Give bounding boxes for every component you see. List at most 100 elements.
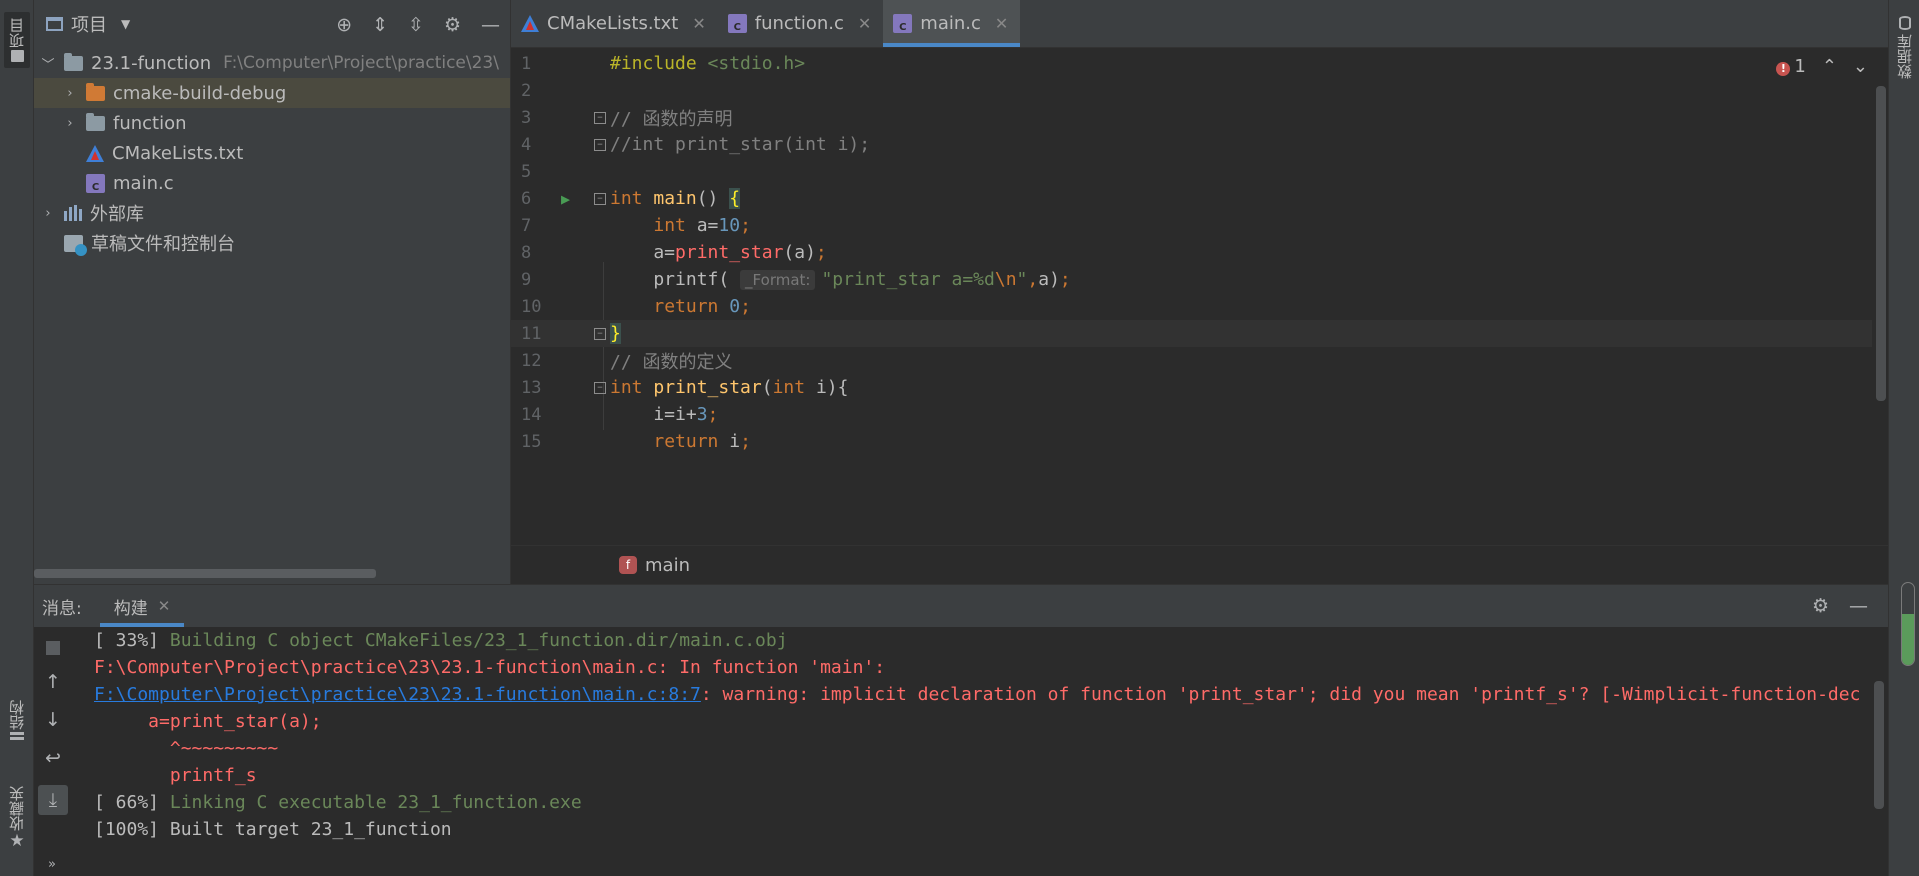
code-token: int bbox=[610, 377, 654, 398]
more-icon[interactable]: » bbox=[48, 857, 56, 872]
build-output-scrollbar[interactable] bbox=[1874, 681, 1884, 809]
code-line[interactable]: 10 return 0; bbox=[511, 293, 1872, 320]
tree-node[interactable]: › function bbox=[34, 108, 510, 138]
tab-function-c[interactable]: Cfunction.c ✕ bbox=[718, 0, 884, 47]
run-icon[interactable]: ▶ bbox=[561, 190, 570, 208]
gear-icon[interactable]: ⚙ bbox=[444, 14, 461, 36]
code-line[interactable]: 12 // 函数的定义 bbox=[511, 347, 1872, 374]
tab-cmakelists-txt[interactable]: CMakeLists.txt ✕ bbox=[511, 0, 718, 47]
build-text: : warning: implicit declaration of funct… bbox=[700, 684, 1860, 705]
tree-node[interactable]: › cmake-build-debug bbox=[34, 78, 510, 108]
build-tab-label: 构建 bbox=[113, 598, 148, 619]
code-token: ; bbox=[707, 404, 719, 425]
soft-wrap-icon[interactable]: ↩ bbox=[45, 747, 61, 769]
build-text: Linking C executable 23_1_function.exe bbox=[169, 792, 582, 813]
code-line[interactable]: 4 −//int print_star(int i); bbox=[511, 131, 1872, 158]
tree-node[interactable]: Cmain.c bbox=[34, 168, 510, 198]
close-icon[interactable]: ✕ bbox=[158, 597, 171, 615]
code-token: 0 bbox=[729, 296, 741, 317]
code-token: print_star bbox=[653, 377, 762, 398]
line-number: 10 bbox=[521, 296, 542, 317]
code-line[interactable]: 9 printf( _Format: "print_star a=%d\n",a)… bbox=[511, 266, 1872, 293]
tree-node[interactable]: › 外部库 bbox=[34, 198, 510, 228]
project-tool-tab[interactable]: 项目 bbox=[4, 12, 30, 68]
scroll-to-end-icon[interactable]: ⤓ bbox=[38, 785, 68, 815]
code-token: i=i+ bbox=[610, 404, 697, 425]
code-line[interactable]: 11 −} bbox=[511, 320, 1872, 347]
editor: CMakeLists.txt ✕ Cfunction.c ✕ Cmain.c ✕ ! 1 ⌃… bbox=[511, 0, 1888, 584]
minimize-icon[interactable]: — bbox=[481, 14, 500, 36]
tab-main-c[interactable]: Cmain.c ✕ bbox=[883, 0, 1021, 47]
code-token: <stdio.h> bbox=[707, 53, 806, 74]
code-line[interactable]: 2 bbox=[511, 77, 1872, 104]
code-token: 3 bbox=[696, 404, 708, 425]
database-icon bbox=[1899, 16, 1911, 30]
c-file-icon: C bbox=[86, 173, 105, 193]
tree-node-label: function bbox=[113, 112, 187, 134]
source-link[interactable]: F:\Computer\Project\practice\23\23.1-fun… bbox=[94, 684, 701, 705]
code-line[interactable]: 15 return i; bbox=[511, 428, 1872, 455]
breadcrumb-function[interactable]: main bbox=[645, 555, 690, 576]
chevron-right-icon[interactable]: › bbox=[62, 116, 78, 131]
code-line[interactable]: 7 int a=10; bbox=[511, 212, 1872, 239]
code-token: , bbox=[1027, 269, 1039, 290]
expand-all-icon[interactable]: ⇕ bbox=[372, 14, 388, 36]
code-line[interactable]: 14 i=i+3; bbox=[511, 401, 1872, 428]
structure-tool-tab[interactable]: 结构 bbox=[4, 700, 30, 744]
scrollbar-thumb[interactable] bbox=[1876, 86, 1886, 401]
horizontal-scrollbar[interactable] bbox=[34, 569, 376, 578]
arrow-down-icon[interactable]: ↓ bbox=[45, 709, 61, 731]
project-panel-title: 项目 bbox=[71, 15, 107, 36]
minimize-icon[interactable]: — bbox=[1849, 595, 1868, 617]
c-file-icon: C bbox=[727, 14, 747, 33]
code-token: "print_star a=%d bbox=[821, 269, 995, 290]
memory-indicator[interactable] bbox=[1901, 582, 1915, 666]
fold-icon[interactable]: − bbox=[594, 192, 606, 205]
code-token: \n bbox=[994, 269, 1017, 290]
collapse-all-icon[interactable]: ⇳ bbox=[408, 14, 424, 36]
build-output-line: F:\Computer\Project\practice\23\23.1-fun… bbox=[94, 654, 1860, 681]
tree-node[interactable]: ﹀ 23.1-function F:\Computer\Project\practi… bbox=[34, 48, 510, 78]
structure-tool-tab-label: 结构 bbox=[7, 700, 26, 730]
chevron-right-icon[interactable]: › bbox=[40, 206, 56, 221]
code-line[interactable]: 13− int print_star(int i){ bbox=[511, 374, 1872, 401]
code-line[interactable]: 8 a=print_star(a); bbox=[511, 239, 1872, 266]
editor-scrollbar[interactable] bbox=[1872, 48, 1888, 545]
tree-node[interactable]: 草稿文件和控制台 bbox=[34, 228, 510, 258]
close-icon[interactable]: ✕ bbox=[858, 14, 871, 33]
breadcrumb[interactable]: f main bbox=[511, 545, 1888, 584]
tree-node[interactable]: CMakeLists.txt bbox=[34, 138, 510, 168]
previous-highlight-icon[interactable]: ⌃ bbox=[1822, 56, 1837, 77]
close-icon[interactable]: ✕ bbox=[692, 14, 705, 33]
favorites-tool-tab[interactable]: 收藏夹 ★ bbox=[4, 786, 30, 850]
arrow-up-icon[interactable]: ↑ bbox=[45, 671, 61, 693]
fold-icon[interactable]: − bbox=[594, 327, 606, 340]
close-icon[interactable]: ✕ bbox=[995, 14, 1008, 33]
code-line[interactable]: 3 −// 函数的声明 bbox=[511, 104, 1872, 131]
code-token: i){ bbox=[815, 377, 849, 398]
fold-icon[interactable]: − bbox=[594, 381, 606, 394]
inspection-widget[interactable]: ! 1 ⌃ ⌄ bbox=[1776, 56, 1868, 77]
code-text: // 函数的声明 bbox=[610, 105, 733, 131]
fold-icon[interactable]: − bbox=[594, 111, 606, 124]
chevron-right-icon[interactable]: › bbox=[62, 86, 78, 101]
code-line[interactable]: 1 #include <stdio.h> bbox=[511, 50, 1872, 77]
locate-icon[interactable]: ⊕ bbox=[336, 14, 352, 36]
line-number: 14 bbox=[521, 404, 542, 425]
code-line[interactable]: 5 bbox=[511, 158, 1872, 185]
stop-icon[interactable] bbox=[46, 641, 60, 655]
database-tool-tab[interactable]: 数据库 bbox=[1893, 16, 1917, 79]
build-output[interactable]: [ 33%] Building C object CMakeFiles/23_1… bbox=[94, 627, 1860, 876]
code-line[interactable]: 6 ▶ − int main() { bbox=[511, 185, 1872, 212]
tab-build[interactable]: 构建 ✕ bbox=[99, 585, 185, 627]
next-highlight-icon[interactable]: ⌄ bbox=[1853, 56, 1868, 77]
code-token: return bbox=[653, 431, 730, 452]
code-area[interactable]: 1 #include <stdio.h> 2 3−// 函数的声明 4−//int pr… bbox=[511, 48, 1872, 545]
chevron-down-icon[interactable]: ▼ bbox=[121, 17, 130, 31]
tree-node-label: cmake-build-debug bbox=[113, 82, 287, 104]
fold-icon[interactable]: − bbox=[594, 138, 606, 151]
chevron-down-icon[interactable]: ﹀ bbox=[40, 54, 56, 73]
gear-icon[interactable]: ⚙ bbox=[1812, 595, 1829, 617]
messages-label: 消息: bbox=[42, 598, 82, 619]
